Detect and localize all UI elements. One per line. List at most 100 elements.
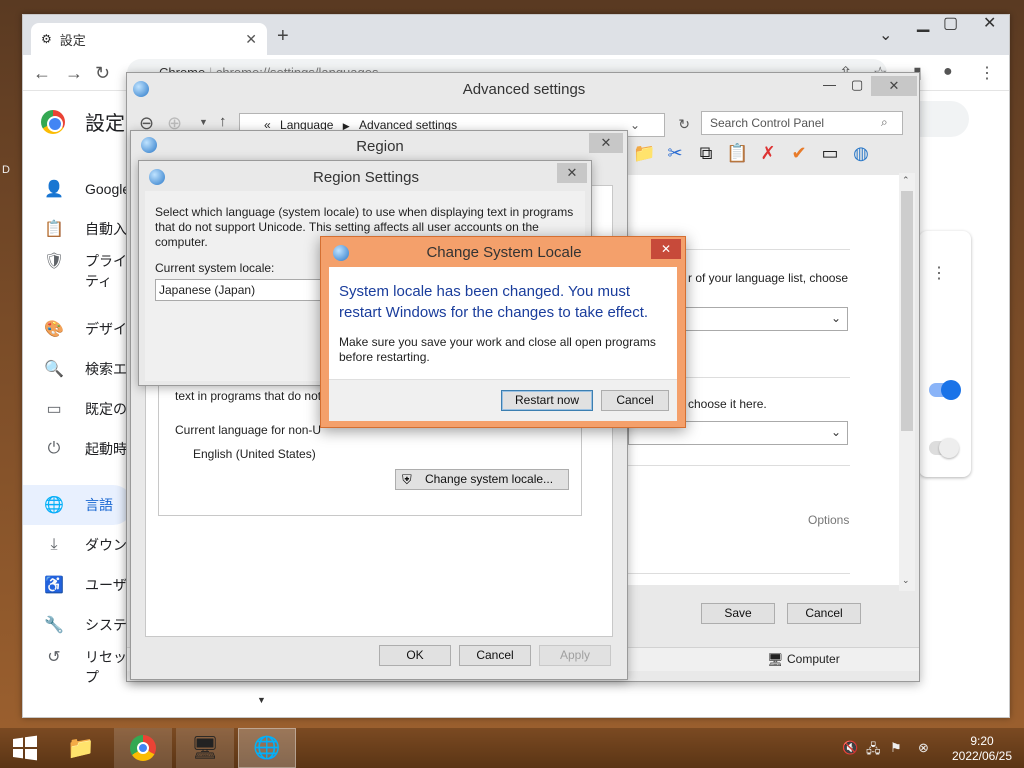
sidebar-item-label: デザイ bbox=[85, 321, 127, 337]
change-system-locale-dialog: Change System Locale ✕ System locale has… bbox=[320, 236, 686, 428]
search-control-panel-input[interactable]: Search Control Panel bbox=[701, 111, 903, 135]
sidebar-item-7[interactable]: 🌐 言語 bbox=[23, 485, 133, 525]
sidebar-item-11[interactable]: ↺ リセップ bbox=[23, 637, 133, 686]
scroll-down-arrow-icon[interactable]: ▼ bbox=[257, 695, 266, 705]
close-button[interactable]: ✕ bbox=[651, 239, 681, 259]
sidebar-item-label: 既定の bbox=[85, 401, 127, 417]
action-center-icon[interactable]: ⚑ bbox=[890, 740, 902, 756]
profile-icon[interactable]: ● bbox=[943, 63, 953, 81]
vertical-scrollbar[interactable]: ⌃ ⌄ bbox=[899, 173, 915, 591]
sidebar-item-0[interactable]: 👤 Google bbox=[23, 169, 133, 209]
region-taskbar-icon[interactable]: 🌐 bbox=[238, 728, 296, 768]
sidebar-item-label-line2: ティ bbox=[85, 273, 113, 289]
sidebar-item-3[interactable]: 🎨 デザイ bbox=[23, 309, 133, 349]
sidebar-item-2[interactable]: 🛡 プライ ティ bbox=[23, 241, 133, 290]
more-actions-icon[interactable]: ⋮ bbox=[931, 263, 947, 283]
uac-shield-icon: ⛨ bbox=[402, 472, 412, 487]
options-link[interactable]: Options bbox=[808, 513, 849, 527]
chrome-taskbar-icon[interactable] bbox=[114, 728, 172, 768]
sidebar-item-4[interactable]: 🔍 検索エ bbox=[23, 349, 133, 389]
language-list-text: r of your language list, choose bbox=[688, 271, 849, 285]
current-system-locale-field[interactable]: Japanese (Japan) bbox=[155, 279, 335, 301]
back-icon[interactable]: ← bbox=[33, 63, 51, 84]
forward-icon[interactable]: → bbox=[65, 63, 83, 84]
cancel-button[interactable]: Cancel bbox=[787, 603, 861, 624]
minimize-button[interactable]: ▁ bbox=[917, 13, 929, 33]
control-panel-taskbar-icon[interactable]: 🖥 bbox=[176, 728, 234, 768]
sidebar-item-9[interactable]: ♿ ユーザ bbox=[23, 565, 133, 605]
ok-button[interactable]: OK bbox=[379, 645, 451, 666]
taskbar-clock[interactable]: 9:20 2022/06/25 bbox=[946, 734, 1018, 764]
menu-kebab-icon[interactable]: ⋮ bbox=[979, 63, 995, 83]
advanced-settings-title: Advanced settings bbox=[462, 81, 586, 98]
folder-icon[interactable]: 📁 bbox=[633, 143, 655, 164]
desktop-edge-text: D bbox=[2, 164, 10, 176]
autofill-icon: 📋 bbox=[44, 221, 64, 238]
refresh-icon[interactable]: ↻ bbox=[678, 116, 690, 133]
sidebar-item-label: Google bbox=[85, 181, 131, 197]
browser-icon: ▭ bbox=[46, 401, 62, 418]
sidebar-item-label: ユーザ bbox=[85, 577, 127, 593]
copy-icon[interactable]: ⧉ bbox=[695, 143, 717, 164]
current-nonunicode-value: English (United States) bbox=[193, 447, 316, 461]
address-dropdown-chevron-icon[interactable]: ⌄ bbox=[630, 118, 640, 132]
tab-settings[interactable]: ⚙ 設定 ✕ bbox=[31, 23, 267, 55]
properties-icon[interactable]: ▭ bbox=[819, 143, 841, 164]
close-window-button[interactable]: ✕ bbox=[983, 13, 996, 33]
minimize-button[interactable]: — bbox=[823, 77, 836, 92]
close-button[interactable]: ✕ bbox=[871, 76, 917, 96]
recent-pages-chevron-icon[interactable]: ▼ bbox=[199, 117, 208, 127]
paste-icon[interactable]: 📋 bbox=[726, 143, 748, 164]
computer-icon: 🖥 bbox=[767, 652, 784, 667]
start-button[interactable] bbox=[0, 728, 50, 768]
close-tab-icon[interactable]: ✕ bbox=[245, 31, 257, 48]
sidebar-item-6[interactable]: ⏻ 起動時 bbox=[23, 429, 133, 469]
scroll-up-arrow-icon[interactable]: ⌃ bbox=[902, 175, 910, 186]
tab-search-chevron-icon[interactable]: ⌄ bbox=[879, 25, 892, 45]
sidebar-item-5[interactable]: ▭ 既定の bbox=[23, 389, 133, 429]
checkmark-icon[interactable]: ✔ bbox=[788, 143, 810, 164]
toggle-off[interactable] bbox=[929, 438, 959, 458]
file-explorer-taskbar-icon[interactable]: 📁 bbox=[52, 728, 110, 768]
sidebar-item-label: 検索エ bbox=[85, 361, 127, 377]
sidebar-item-8[interactable]: ⤓ ダウン bbox=[23, 525, 133, 565]
main-instruction: System locale has been changed. You must… bbox=[339, 283, 649, 321]
choose-here-text: choose it here. bbox=[688, 397, 767, 411]
globe-icon[interactable]: ◍ bbox=[850, 143, 872, 164]
speaker-muted-icon[interactable]: 🔇 bbox=[842, 740, 858, 756]
delete-icon[interactable]: ✗ bbox=[757, 143, 779, 164]
sidebar-item-label: リセッ bbox=[85, 648, 127, 665]
status-computer-text: Computer bbox=[787, 652, 840, 666]
palette-icon: 🎨 bbox=[44, 321, 64, 338]
close-button[interactable]: ✕ bbox=[589, 133, 623, 153]
toggle-on[interactable] bbox=[929, 380, 961, 400]
dialog-footer: Restart now Cancel bbox=[329, 379, 677, 421]
current-system-locale-label: Current system locale: bbox=[155, 261, 275, 275]
maximize-button[interactable]: ▢ bbox=[851, 77, 863, 93]
change-system-locale-button[interactable]: ⛨ Change system locale... bbox=[395, 469, 569, 490]
cancel-button[interactable]: Cancel bbox=[459, 645, 531, 666]
reload-icon[interactable]: ↻ bbox=[95, 63, 110, 84]
scroll-down-arrow-icon[interactable]: ⌄ bbox=[902, 575, 910, 586]
close-button[interactable]: ✕ bbox=[557, 163, 587, 183]
network-icon[interactable]: 🖧 bbox=[866, 740, 881, 762]
sidebar-item-label-line2: プ bbox=[85, 669, 99, 685]
search-icon[interactable]: ⌕ bbox=[881, 115, 888, 130]
sidebar-item-label: 自動入 bbox=[85, 221, 127, 237]
sidebar-item-label: 起動時 bbox=[85, 441, 127, 457]
restart-now-button[interactable]: Restart now bbox=[501, 390, 593, 411]
up-icon[interactable]: ↑ bbox=[219, 113, 227, 130]
windows-logo-icon bbox=[13, 735, 37, 761]
apply-button[interactable]: Apply bbox=[539, 645, 611, 666]
cut-icon[interactable]: ✂ bbox=[664, 143, 686, 164]
cancel-button[interactable]: Cancel bbox=[601, 390, 669, 411]
new-tab-button[interactable]: + bbox=[277, 25, 289, 48]
download-icon: ⤓ bbox=[50, 536, 58, 553]
save-button[interactable]: Save bbox=[701, 603, 775, 624]
scrollbar-thumb[interactable] bbox=[901, 191, 913, 431]
region-title: Region bbox=[356, 138, 404, 155]
search-icon: 🔍 bbox=[44, 361, 64, 378]
sidebar-item-label: 言語 bbox=[85, 497, 113, 513]
notification-icon[interactable]: ⊗ bbox=[918, 740, 929, 756]
maximize-button[interactable]: ▢ bbox=[943, 13, 958, 33]
